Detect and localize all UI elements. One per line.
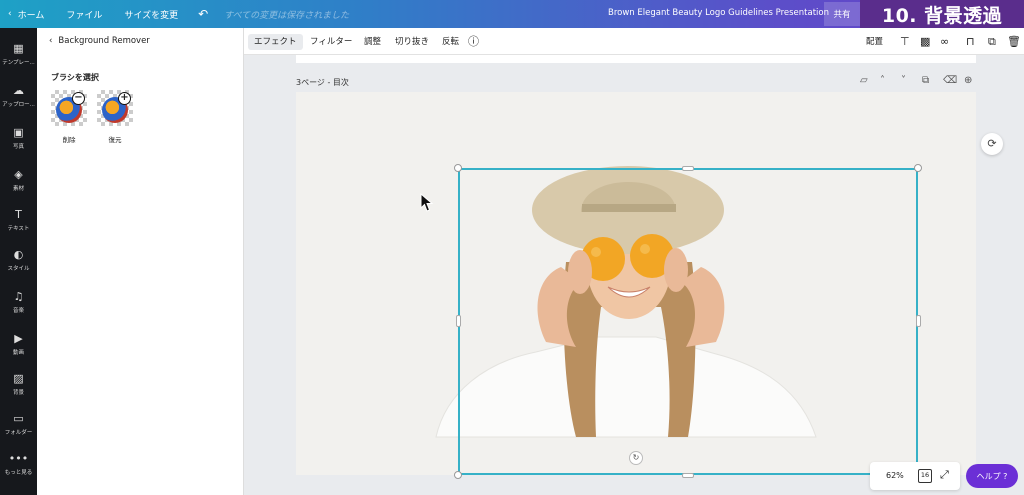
chevron-left-icon: ‹ [8, 9, 12, 19]
page-count-icon[interactable]: 16 [918, 469, 932, 483]
background-remover-panel: ‹ Background Remover ブラシを選択 − 削除 + 復元 [37, 28, 244, 495]
erase-brush-button[interactable]: − [51, 90, 87, 126]
trash-icon[interactable]: 🗑 [1007, 34, 1021, 50]
duplicate-page-icon[interactable]: ⧉ [922, 75, 929, 86]
plus-icon: + [118, 92, 131, 105]
help-button[interactable]: ヘルプ ? [966, 464, 1018, 488]
lock-icon[interactable]: ⊓ [966, 34, 975, 50]
crop-button[interactable]: 切り抜き [395, 34, 429, 50]
rail-item-uploads[interactable]: ☁ アップロー... [0, 78, 37, 114]
more-icon: ••• [8, 452, 29, 465]
resize-handle-bottom[interactable] [682, 473, 694, 478]
note-icon[interactable]: ▱ [860, 75, 868, 86]
effects-button[interactable]: エフェクト [248, 34, 303, 50]
resize-handle-left[interactable] [456, 315, 461, 327]
left-rail: ▦ テンプレー... ☁ アップロー... ▣ 写真 ◈ 素材 T テキスト ◐ スタイル … [0, 28, 37, 495]
slide-page[interactable] [296, 92, 976, 479]
panel-title: Background Remover [58, 36, 150, 46]
chevron-up-icon[interactable]: ˄ [880, 75, 885, 86]
save-status: すべての変更は保存されました [224, 10, 350, 21]
resize-handle-bottom-left[interactable] [454, 471, 462, 479]
minus-icon: − [72, 92, 85, 105]
folder-icon: ▭ [13, 412, 24, 425]
back-button[interactable]: ‹ Background Remover [49, 36, 150, 46]
rail-item-elements[interactable]: ◈ 素材 [0, 162, 37, 198]
home-label: ホーム [17, 10, 45, 21]
zoom-control[interactable]: 62% 16 ⤢ [870, 462, 960, 490]
chevron-left-icon: ‹ [49, 36, 53, 46]
style-icon: ◐ [13, 248, 24, 261]
file-menu[interactable]: ファイル [66, 8, 102, 21]
image-toolbar: エフェクト フィルター 調整 切り抜き 反転 ⓘ 配置 ⊤ ▩ ∞ ⊓ ⧉ 🗑 [244, 28, 1024, 55]
chevron-down-icon[interactable]: ˅ [901, 75, 906, 86]
document-title[interactable]: Brown Elegant Beauty Logo Guidelines Pre… [608, 8, 829, 18]
rail-item-photos[interactable]: ▣ 写真 [0, 120, 37, 156]
duplicate-icon[interactable]: ⧉ [988, 34, 996, 50]
overlay-caption: 10. 背景透過 [860, 0, 1024, 28]
erase-brush-label: 削除 [62, 136, 76, 144]
link-icon[interactable]: ∞ [940, 34, 949, 50]
restore-brush-label: 復元 [108, 136, 122, 144]
undo-icon[interactable]: ↶ [198, 7, 208, 21]
rail-item-folder[interactable]: ▭ フォルダー [0, 406, 37, 442]
rail-item-styles[interactable]: ◐ スタイル [0, 242, 37, 278]
adjust-button[interactable]: 調整 [364, 34, 381, 50]
flip-button[interactable]: 反転 [442, 34, 459, 50]
delete-page-icon[interactable]: ⌫ [943, 75, 957, 86]
filter-button[interactable]: フィルター [310, 34, 352, 50]
resize-menu[interactable]: サイズを変更 [124, 8, 178, 21]
paint-roller-icon[interactable]: ⊤ [900, 34, 910, 50]
page-label: 3ページ - 目次 [296, 78, 349, 87]
add-page-icon[interactable]: ⊕ [964, 75, 972, 86]
selection-frame[interactable] [458, 168, 918, 475]
rotate-handle-icon[interactable]: ↻ [629, 451, 643, 465]
photo-icon: ▣ [13, 126, 24, 139]
resize-handle-top-right[interactable] [914, 164, 922, 172]
resize-handle-top[interactable] [682, 166, 694, 171]
transparency-icon[interactable]: ▩ [920, 34, 930, 50]
text-icon: T [15, 208, 22, 221]
music-icon: ♫ [13, 290, 24, 303]
rail-item-background[interactable]: ▨ 背景 [0, 366, 37, 402]
video-icon: ▶ [14, 332, 23, 345]
previous-page [296, 55, 976, 63]
resize-handle-top-left[interactable] [454, 164, 462, 172]
brush-heading: ブラシを選択 [51, 73, 99, 82]
home-button[interactable]: ‹ ホーム [8, 8, 44, 21]
refresh-icon[interactable]: ⟳ [981, 133, 1003, 155]
template-icon: ▦ [13, 42, 24, 55]
info-icon[interactable]: ⓘ [468, 34, 479, 50]
fullscreen-icon[interactable]: ⤢ [940, 468, 949, 482]
background-icon: ▨ [13, 372, 24, 385]
canvas-area: 3ページ - 目次 ▱ ˄ ˅ ⧉ ⌫ ⊕ ↻ ⟳ [244, 55, 1024, 495]
resize-handle-right[interactable] [916, 315, 921, 327]
rail-item-text[interactable]: T テキスト [0, 202, 37, 238]
elements-icon: ◈ [14, 168, 23, 181]
rail-item-templates[interactable]: ▦ テンプレー... [0, 36, 37, 72]
rail-item-more[interactable]: ••• もっと見る [0, 446, 37, 482]
upload-icon: ☁ [13, 84, 24, 97]
position-button[interactable]: 配置 [866, 34, 883, 50]
rail-item-music[interactable]: ♫ 音楽 [0, 284, 37, 320]
mouse-cursor-icon [420, 193, 434, 212]
zoom-value[interactable]: 62% [886, 471, 904, 480]
rail-item-video[interactable]: ▶ 動画 [0, 326, 37, 362]
share-button[interactable]: 共有 [824, 2, 860, 26]
restore-brush-button[interactable]: + [97, 90, 133, 126]
